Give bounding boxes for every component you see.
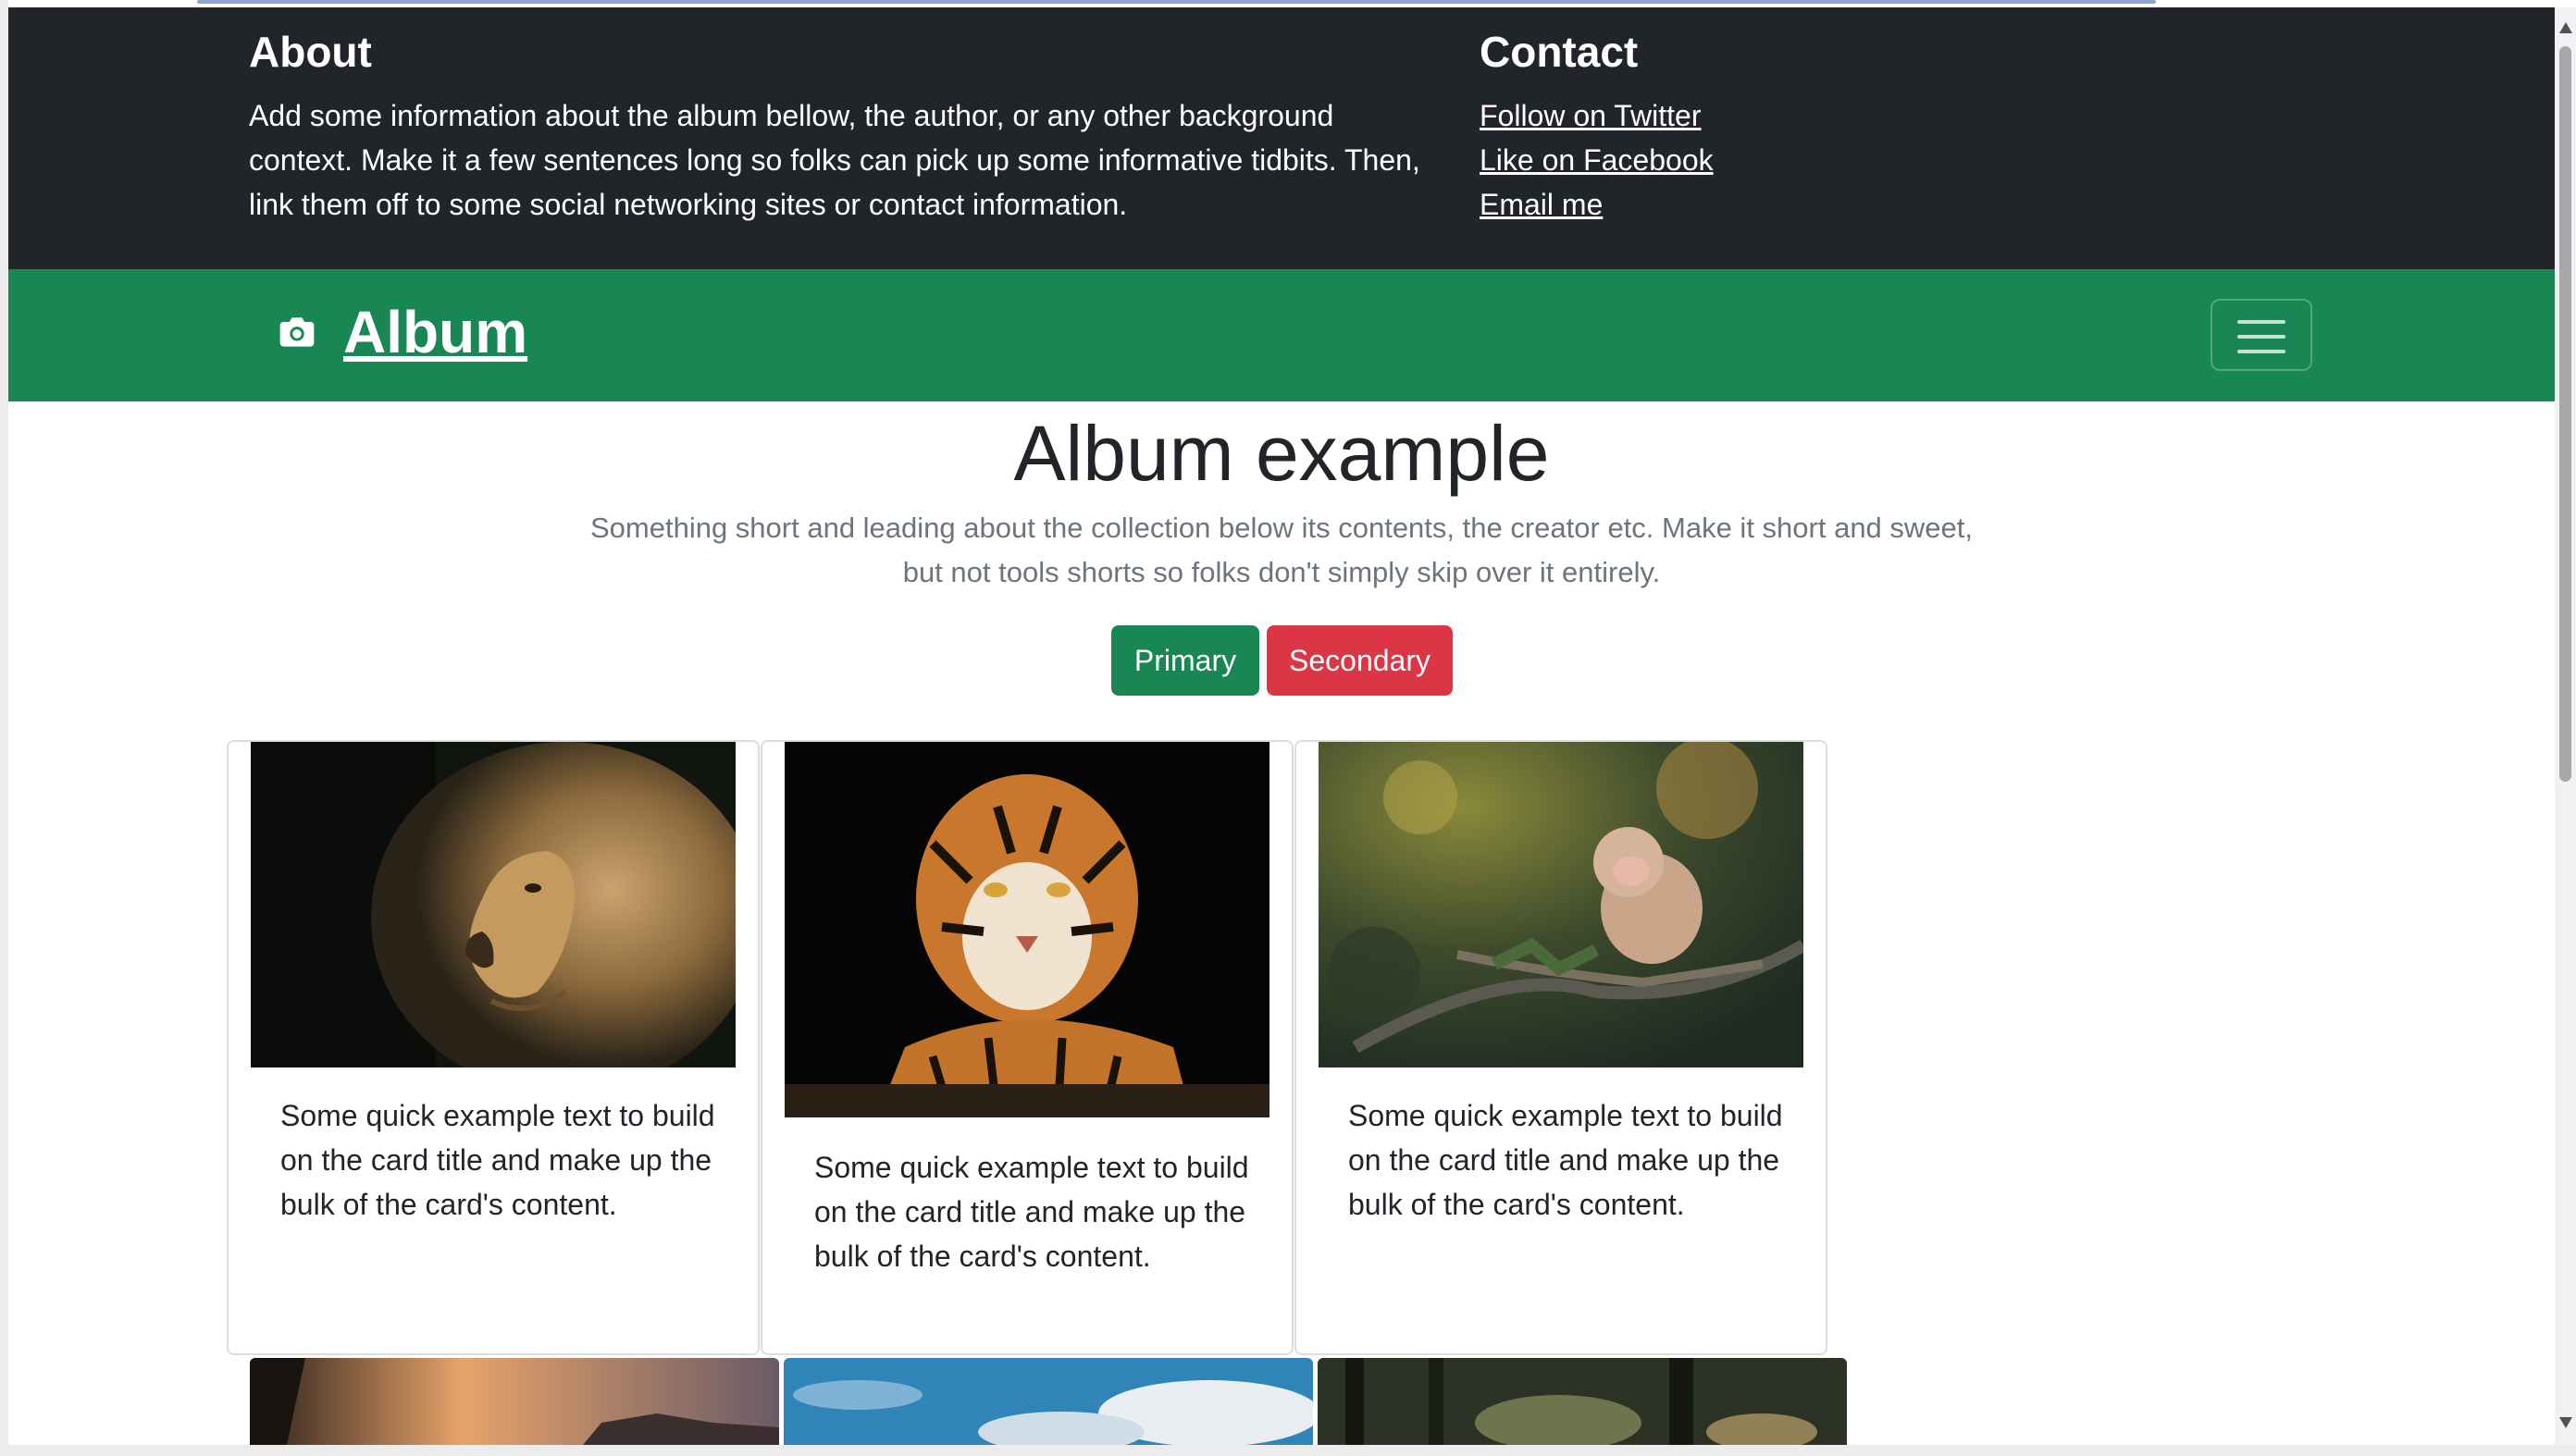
tiger-image bbox=[785, 742, 1269, 1117]
hamburger-icon bbox=[2237, 320, 2285, 324]
hero-lead-text: Something short and leading about the co… bbox=[589, 512, 1974, 588]
secondary-button[interactable]: Secondary bbox=[1267, 625, 1453, 696]
contact-item: Email me bbox=[1480, 182, 1714, 227]
vertical-scrollbar[interactable] bbox=[2555, 7, 2576, 1445]
lion-image bbox=[251, 742, 736, 1067]
card-monkey: Some quick example text to build on the … bbox=[1294, 740, 1827, 1355]
hamburger-icon-bar bbox=[2237, 350, 2285, 353]
contact-item: Like on Facebook bbox=[1480, 138, 1714, 182]
navbar-header-collapse: About Add some information about the alb… bbox=[8, 7, 2555, 269]
brand-link[interactable]: Album bbox=[277, 302, 527, 362]
hamburger-icon-bar bbox=[2237, 335, 2285, 339]
monkey-image bbox=[1319, 742, 1803, 1067]
scrollbar-thumb[interactable] bbox=[2559, 46, 2571, 782]
card-lion: Some quick example text to build on the … bbox=[227, 740, 760, 1355]
email-link[interactable]: Email me bbox=[1480, 188, 1603, 221]
camera-icon bbox=[279, 317, 315, 347]
facebook-link[interactable]: Like on Facebook bbox=[1480, 143, 1714, 177]
sky-image bbox=[784, 1358, 1313, 1445]
window-left-edge bbox=[0, 0, 8, 1456]
window-bottom-edge bbox=[0, 1445, 2576, 1456]
contact-title: Contact bbox=[1480, 28, 1639, 76]
about-title: About bbox=[249, 28, 372, 76]
about-text: Add some information about the album bel… bbox=[249, 99, 1420, 221]
navbar: Album bbox=[8, 269, 2555, 401]
forest-image bbox=[1318, 1358, 1847, 1445]
browser-top-accent bbox=[197, 0, 2156, 4]
page-title: Album example bbox=[1013, 410, 1550, 497]
landscape-image bbox=[250, 1358, 779, 1445]
card-tiger: Some quick example text to build on the … bbox=[761, 740, 1294, 1355]
scroll-up-arrow-icon[interactable] bbox=[2559, 22, 2572, 33]
twitter-link[interactable]: Follow on Twitter bbox=[1480, 99, 1702, 132]
scroll-down-arrow-icon[interactable] bbox=[2559, 1417, 2572, 1428]
contact-links: Follow on Twitter Like on Facebook Email… bbox=[1480, 93, 1714, 227]
contact-item: Follow on Twitter bbox=[1480, 93, 1714, 138]
brand-text: Album bbox=[343, 299, 528, 365]
card-text: Some quick example text to build on the … bbox=[814, 1151, 1249, 1273]
card-text: Some quick example text to build on the … bbox=[280, 1099, 715, 1221]
navbar-toggler-button[interactable] bbox=[2211, 299, 2312, 371]
primary-button[interactable]: Primary bbox=[1111, 625, 1259, 696]
card-text: Some quick example text to build on the … bbox=[1348, 1099, 1783, 1221]
